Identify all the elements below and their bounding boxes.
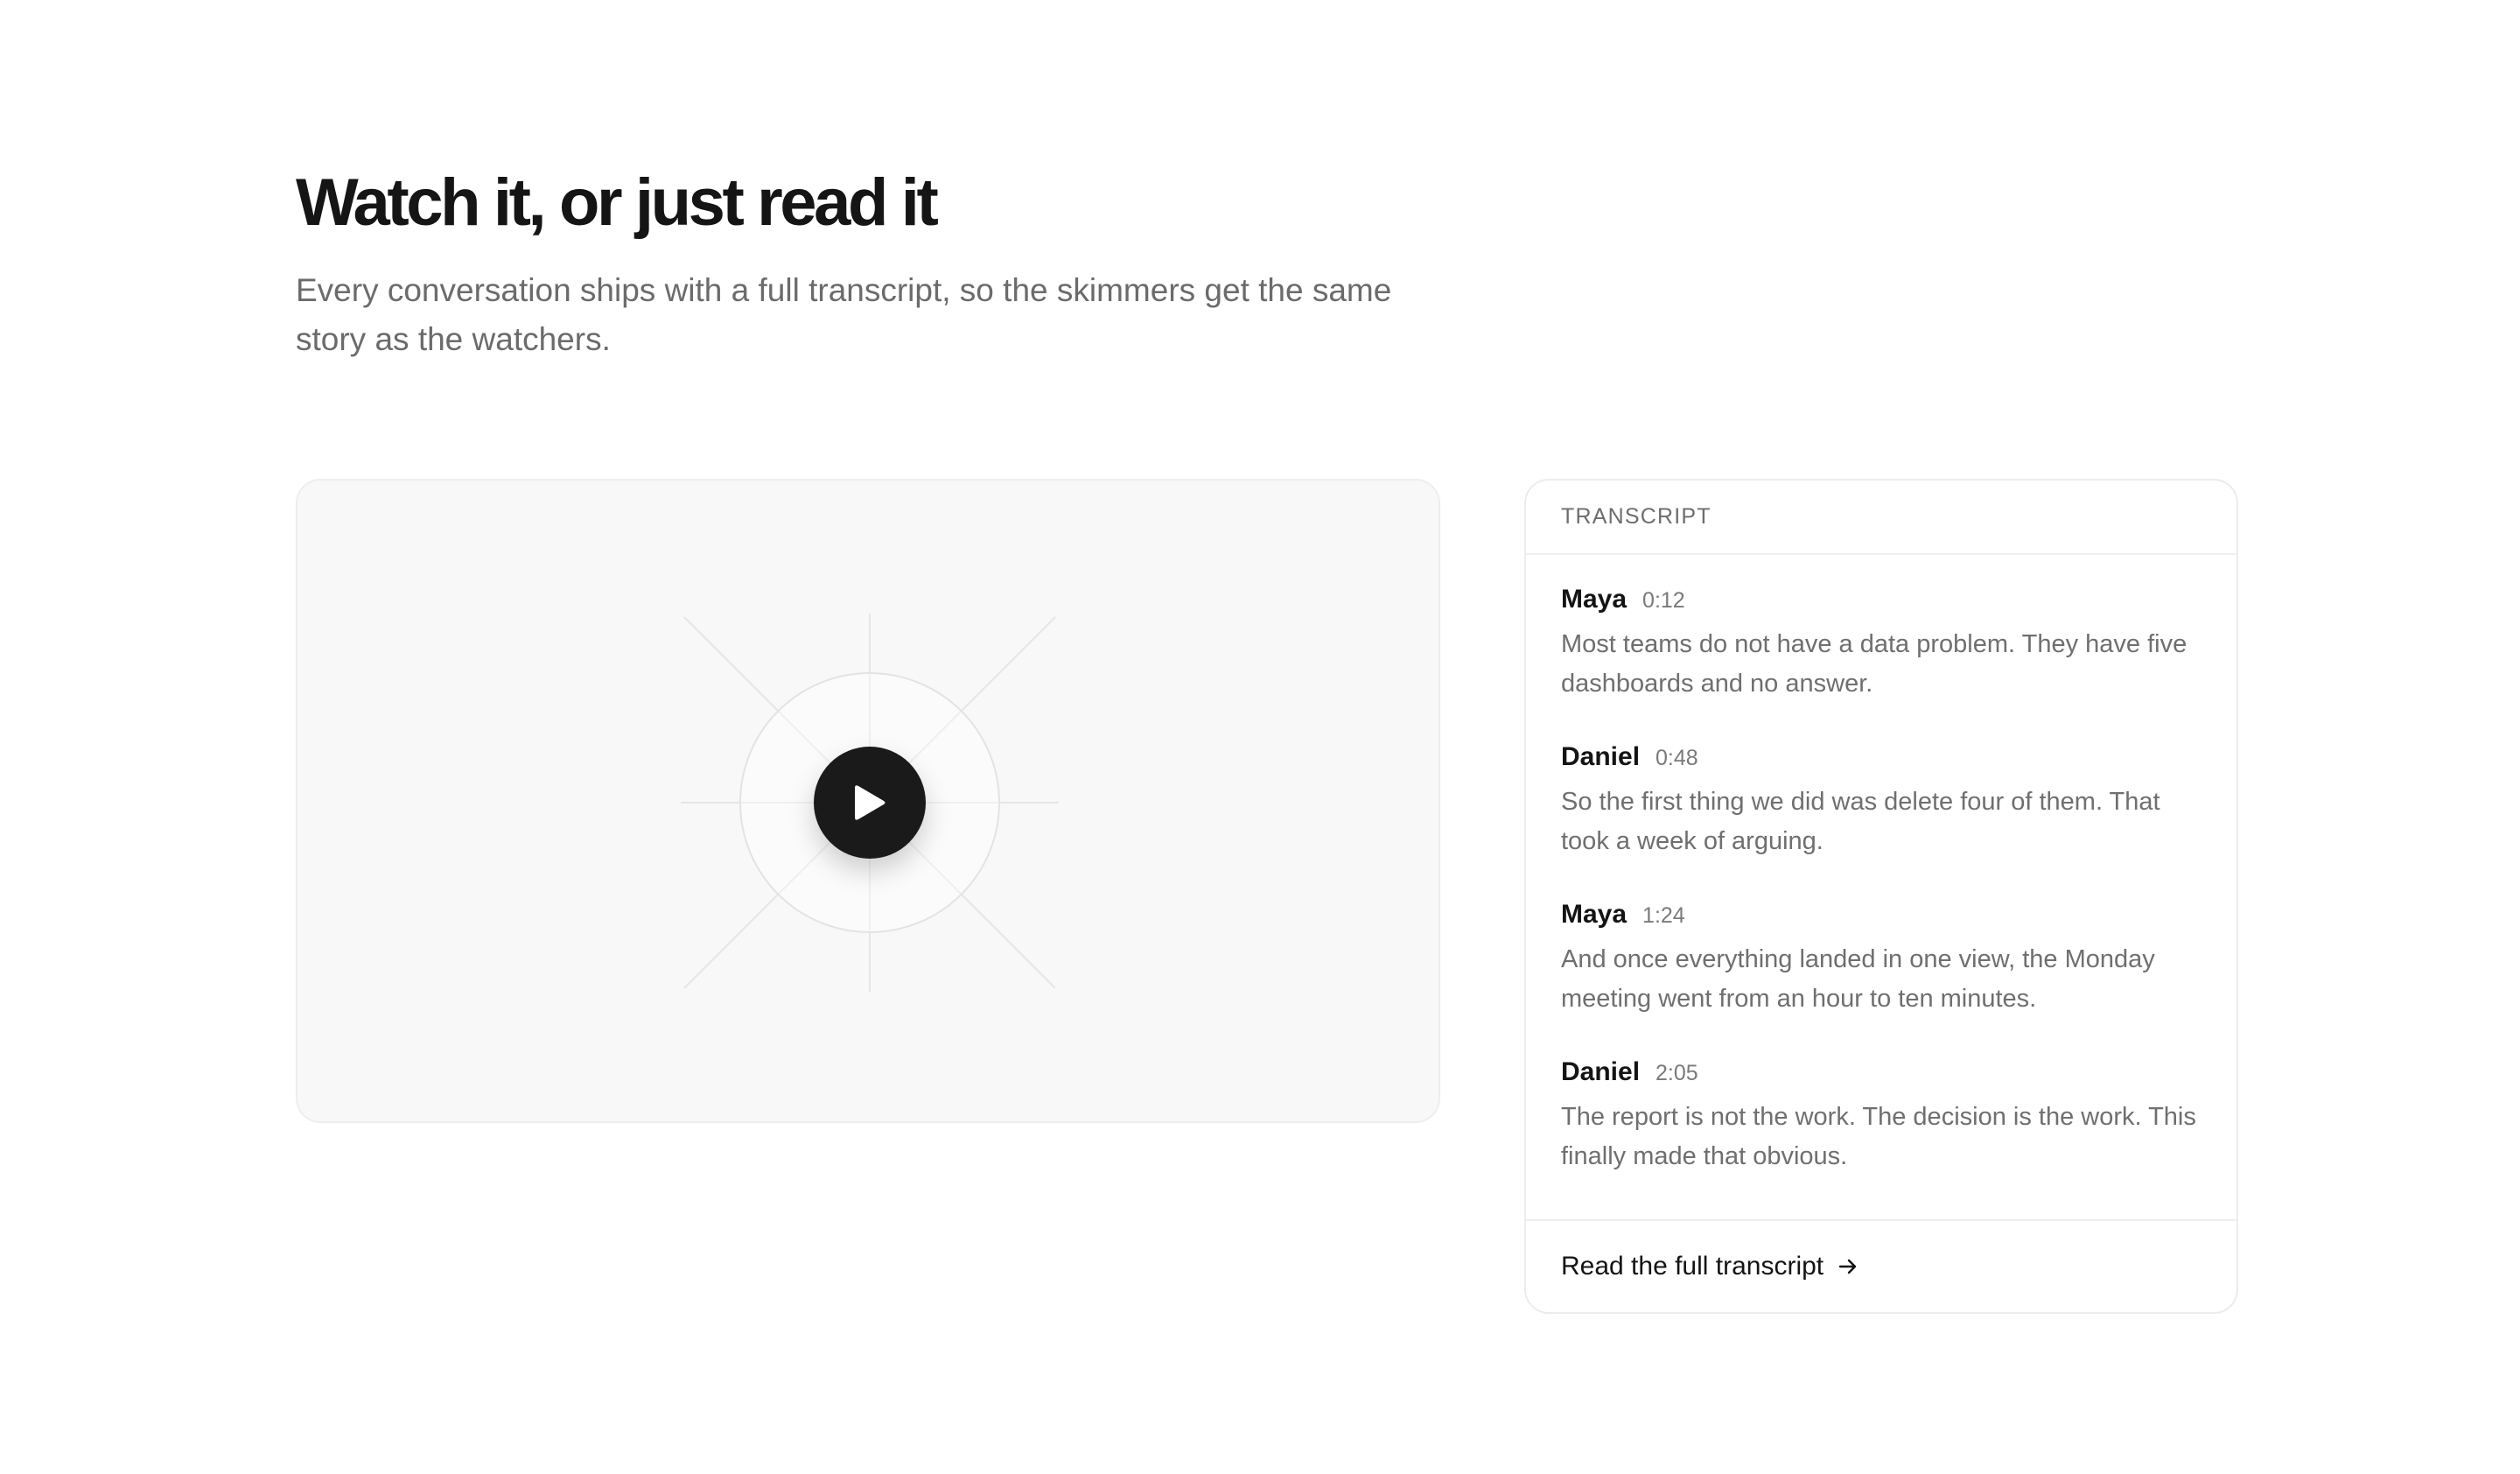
transcript-header: TRANSCRIPT [1526,481,2236,555]
section-subtitle: Every conversation ships with a full tra… [296,272,1392,357]
section-title: Watch it, or just read it [296,165,939,240]
transcript-panel: TRANSCRIPT Maya 0:12 Most teams do not h… [1524,479,2238,1314]
transcript-section: Watch it, or just read it Every conversa… [296,0,2238,1474]
speaker-name: Daniel [1561,742,1641,771]
timestamp[interactable]: 1:24 [1642,903,1685,929]
transcript-entry: Maya 1:24 And once everything landed in … [1561,900,2202,1019]
transcript-footer: Read the full transcript [1526,1219,2236,1312]
transcript-entry: Daniel 2:05 The report is not the work. … [1561,1057,2202,1176]
transcript-text: So the first thing we did was delete fou… [1561,788,2160,855]
transcript-entry: Maya 0:12 Most teams do not have a data … [1561,585,2202,704]
transcript-entry: Daniel 0:48 So the first thing we did wa… [1561,742,2202,861]
timestamp[interactable]: 0:48 [1656,746,1698,771]
play-button[interactable] [814,747,926,859]
transcript-list: Maya 0:12 Most teams do not have a data … [1526,555,2236,1295]
transcript-label: TRANSCRIPT [1561,504,1712,529]
timestamp[interactable]: 0:12 [1642,588,1685,614]
video-player[interactable] [296,479,1440,1123]
read-full-transcript-link[interactable]: Read the full transcript [1561,1252,1858,1281]
speaker-name: Daniel [1561,1057,1641,1086]
speaker-name: Maya [1561,900,1628,929]
transcript-text: And once everything landed in one view, … [1561,945,2155,1013]
read-full-transcript-label: Read the full transcript [1561,1252,1824,1281]
arrow-right-icon [1838,1259,1857,1274]
play-icon [855,785,886,820]
speaker-name: Maya [1561,585,1628,614]
transcript-text: The report is not the work. The decision… [1561,1103,2196,1170]
timestamp[interactable]: 2:05 [1656,1061,1698,1086]
transcript-text: Most teams do not have a data problem. T… [1561,630,2188,698]
